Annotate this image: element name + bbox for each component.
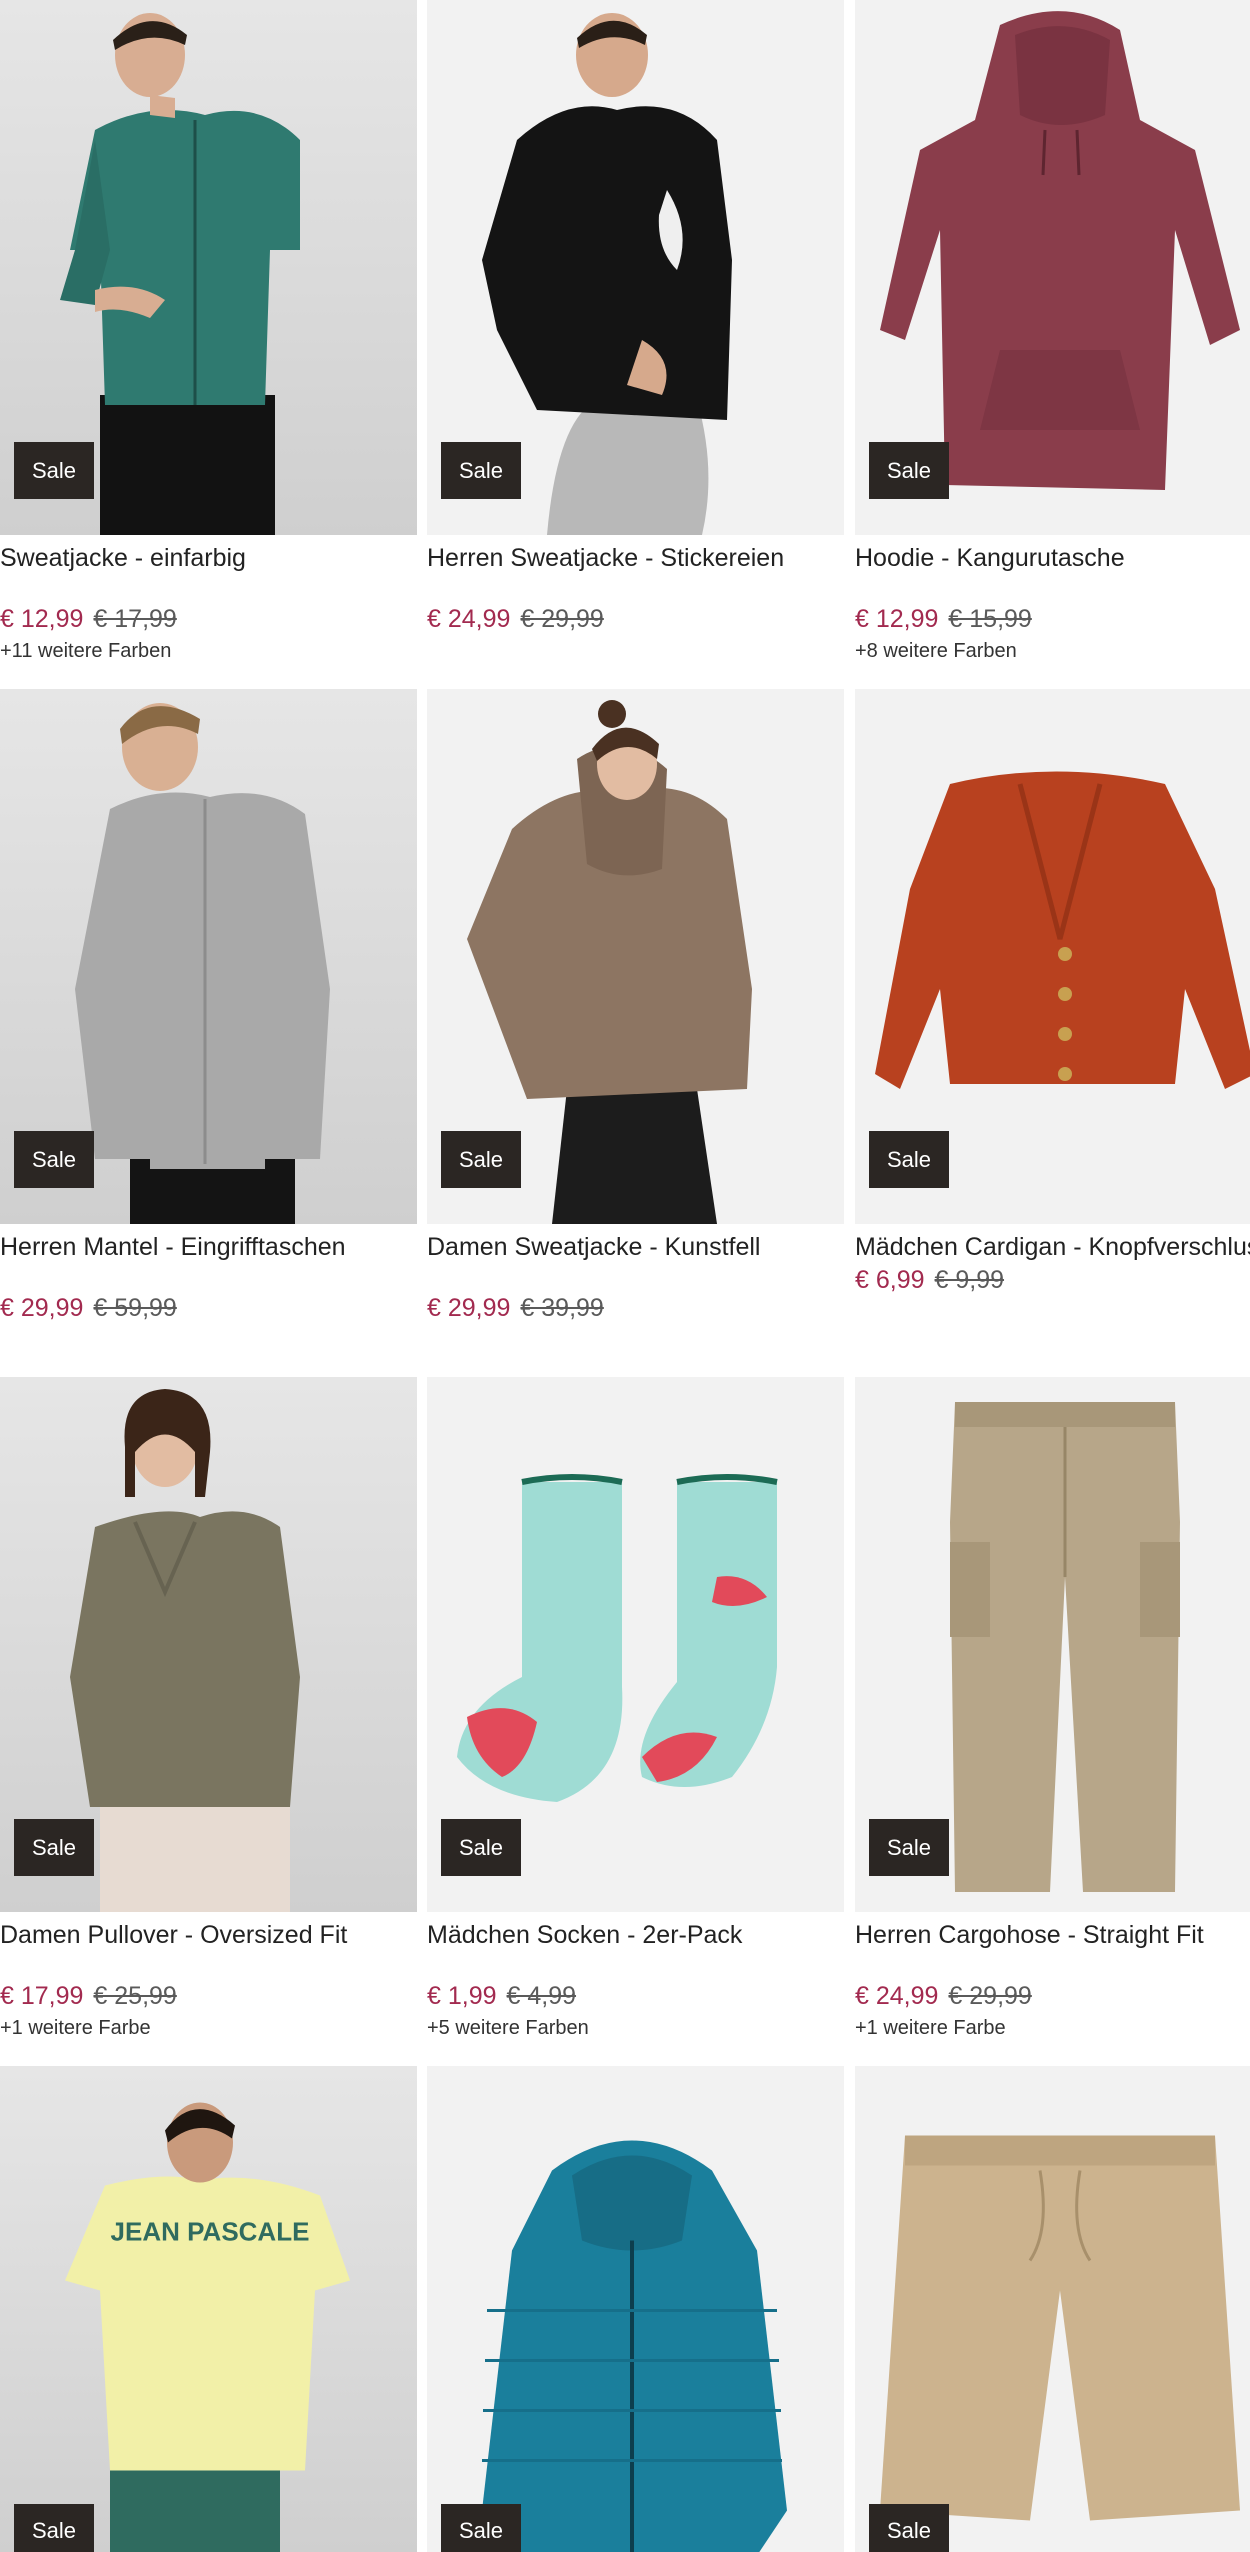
more-colors-link[interactable]: +1 weitere Farbe — [855, 2017, 1250, 2040]
product-card[interactable]: Sale Hoodie - Kangurutasche € 12,99 € 15,… — [855, 0, 1250, 663]
product-card[interactable]: Sale — [855, 2066, 1250, 2552]
product-image[interactable]: Sale — [427, 1377, 844, 1912]
product-card[interactable]: Sale Herren Cargohose - Straight Fit € 2… — [855, 1377, 1250, 2040]
blue-puffer-jacket-illustration — [482, 2140, 787, 2552]
product-title[interactable]: Mädchen Cardigan - Knopfverschluss — [855, 1230, 1250, 1264]
sale-badge: Sale — [14, 1131, 94, 1188]
price-row: € 17,99 € 25,99 — [0, 1982, 417, 2011]
price-row: € 1,99 € 4,99 — [427, 1982, 844, 2011]
sale-badge: Sale — [441, 1131, 521, 1188]
product-title[interactable]: Herren Cargohose - Straight Fit — [855, 1918, 1250, 1952]
more-colors-link[interactable]: +8 weitere Farben — [855, 640, 1250, 663]
sale-badge: Sale — [14, 2504, 94, 2552]
product-title[interactable]: Herren Sweatjacke - Stickereien — [427, 541, 844, 575]
product-image[interactable]: Sale — [855, 0, 1250, 535]
sale-price: € 24,99 — [427, 605, 511, 633]
product-title[interactable]: Damen Pullover - Oversized Fit — [0, 1918, 417, 1952]
sale-price: € 12,99 — [855, 605, 939, 633]
product-card[interactable]: Sale — [427, 2066, 844, 2552]
product-image[interactable]: Sale — [427, 0, 844, 535]
sale-price: € 1,99 — [427, 1982, 497, 2010]
price-row: € 24,99 € 29,99 — [427, 605, 844, 634]
sale-price: € 17,99 — [0, 1982, 84, 2010]
product-title[interactable]: Herren Mantel - Eingrifftaschen — [0, 1230, 417, 1264]
price-row: € 29,99 € 39,99 — [427, 1294, 844, 1323]
price-row: € 24,99 € 29,99 — [855, 1982, 1250, 2011]
more-colors-link[interactable]: +5 weitere Farben — [427, 2017, 844, 2040]
original-price: € 39,99 — [520, 1294, 604, 1322]
product-card[interactable]: Sale Herren Mantel - Eingrifftaschen € 2… — [0, 689, 417, 1329]
sale-badge: Sale — [869, 2504, 949, 2552]
sale-badge: Sale — [14, 1819, 94, 1876]
tshirt-print-text: JEAN PASCALE — [111, 2217, 310, 2247]
original-price: € 25,99 — [93, 1982, 177, 2010]
sale-price: € 12,99 — [0, 605, 84, 633]
product-image[interactable]: JEAN PASCALE Sale — [0, 2066, 417, 2552]
price-row: € 12,99 € 17,99 — [0, 605, 417, 634]
product-card[interactable]: Sale Mädchen Socken - 2er-Pack € 1,99 € 4… — [427, 1377, 844, 2040]
price-row: € 6,99 € 9,99 — [855, 1266, 1250, 1295]
product-grid: Sale Sweatjacke - einfarbig € 12,99 € 17,… — [0, 0, 1250, 2552]
price-row: € 12,99 € 15,99 — [855, 605, 1250, 634]
product-title[interactable]: Hoodie - Kangurutasche — [855, 541, 1250, 575]
product-image[interactable]: Sale — [855, 1377, 1250, 1912]
sale-price: € 29,99 — [0, 1294, 84, 1322]
product-title[interactable]: Sweatjacke - einfarbig — [0, 541, 417, 575]
product-image[interactable]: Sale — [427, 689, 844, 1224]
original-price: € 17,99 — [93, 605, 177, 633]
sale-badge: Sale — [441, 2504, 521, 2552]
product-title[interactable]: Mädchen Socken - 2er-Pack — [427, 1918, 844, 1952]
more-colors-link[interactable]: +11 weitere Farben — [0, 640, 417, 663]
sale-badge: Sale — [14, 442, 94, 499]
sale-price: € 29,99 — [427, 1294, 511, 1322]
product-image[interactable]: Sale — [855, 2066, 1250, 2552]
sale-badge: Sale — [869, 442, 949, 499]
product-card[interactable]: Sale Sweatjacke - einfarbig € 12,99 € 17,… — [0, 0, 417, 663]
product-card[interactable]: Sale Damen Pullover - Oversized Fit € 17… — [0, 1377, 417, 2040]
original-price: € 59,99 — [93, 1294, 177, 1322]
product-image[interactable]: Sale — [855, 689, 1250, 1224]
beige-shorts-illustration — [880, 2135, 1240, 2521]
sale-price: € 24,99 — [855, 1982, 939, 2010]
sale-badge: Sale — [869, 1819, 949, 1876]
man-yellow-tshirt-illustration: JEAN PASCALE — [65, 2102, 350, 2552]
sale-price: € 6,99 — [855, 1266, 925, 1294]
sale-badge: Sale — [441, 442, 521, 499]
product-image[interactable]: Sale — [427, 2066, 844, 2552]
sale-badge: Sale — [441, 1819, 521, 1876]
original-price: € 29,99 — [520, 605, 604, 633]
original-price: € 15,99 — [948, 605, 1032, 633]
product-card[interactable]: Sale Herren Sweatjacke - Stickereien € 2… — [427, 0, 844, 640]
product-image[interactable]: Sale — [0, 689, 417, 1224]
original-price: € 9,99 — [934, 1266, 1005, 1294]
sale-badge: Sale — [869, 1131, 949, 1188]
product-title[interactable]: Damen Sweatjacke - Kunstfell — [427, 1230, 844, 1264]
price-row: € 29,99 € 59,99 — [0, 1294, 417, 1323]
product-card[interactable]: JEAN PASCALE Sale — [0, 2066, 417, 2552]
product-card[interactable]: Sale Mädchen Cardigan - Knopfverschluss … — [855, 689, 1250, 1301]
original-price: € 29,99 — [948, 1982, 1032, 2010]
more-colors-link[interactable]: +1 weitere Farbe — [0, 2017, 417, 2040]
product-image[interactable]: Sale — [0, 1377, 417, 1912]
product-card[interactable]: Sale Damen Sweatjacke - Kunstfell € 29,9… — [427, 689, 844, 1329]
original-price: € 4,99 — [506, 1982, 577, 2010]
product-image[interactable]: Sale — [0, 0, 417, 535]
